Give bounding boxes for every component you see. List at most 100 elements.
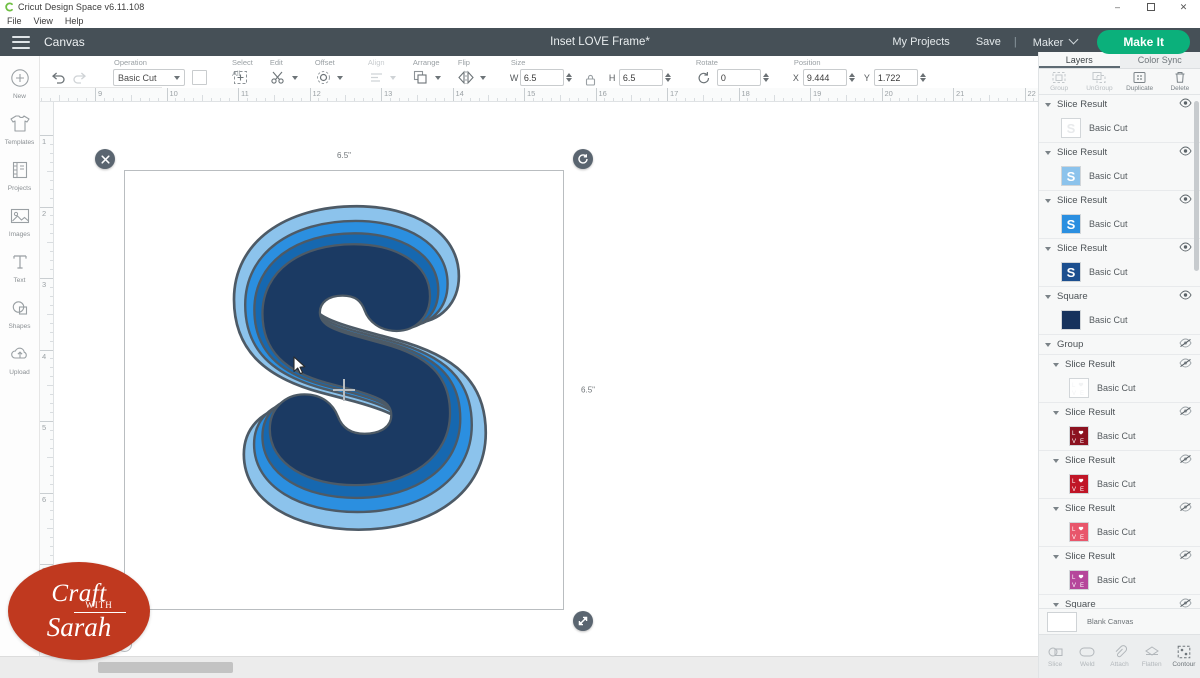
contour-button[interactable]: Contour [1168, 645, 1200, 668]
duplicate-button[interactable]: Duplicate [1120, 69, 1160, 94]
visibility-on-icon[interactable] [1179, 98, 1193, 111]
layer-row-header[interactable]: Slice Result [1039, 355, 1200, 374]
visibility-on-icon[interactable] [1179, 290, 1193, 303]
layers-scrollbar[interactable] [1194, 95, 1199, 608]
visibility-off-icon[interactable] [1179, 358, 1193, 371]
chevron-down-icon[interactable] [479, 75, 486, 80]
layer-row[interactable]: Slice Result LVE Basic Cut [1039, 355, 1200, 403]
visibility-off-icon[interactable] [1179, 454, 1193, 467]
undo-icon[interactable] [48, 68, 67, 87]
layer-thumbnail[interactable]: LVE [1069, 378, 1089, 398]
operation-select[interactable]: Basic Cut [113, 69, 185, 86]
layer-row[interactable]: Square Basic Cut [1039, 287, 1200, 335]
layer-thumbnail[interactable]: S [1061, 262, 1081, 282]
rail-item-new[interactable]: New [0, 68, 40, 100]
height-stepper[interactable] [664, 73, 671, 82]
tab-layers[interactable]: Layers [1039, 52, 1120, 68]
layer-twisty-icon[interactable] [1045, 342, 1051, 347]
rotate-stepper[interactable] [762, 73, 769, 82]
width-input[interactable] [519, 69, 564, 86]
chevron-down-icon[interactable] [336, 75, 343, 80]
layer-row-header[interactable]: Slice Result [1039, 143, 1200, 162]
layer-row[interactable]: Slice Result S Basic Cut [1039, 143, 1200, 191]
layer-row[interactable]: Slice Result S Basic Cut [1039, 239, 1200, 287]
layer-item[interactable]: S Basic Cut [1039, 258, 1200, 286]
layer-thumbnail[interactable]: LVE [1069, 522, 1089, 542]
operation-color-swatch[interactable] [192, 70, 207, 85]
layer-item[interactable]: LVE Basic Cut [1039, 422, 1200, 450]
layer-twisty-icon[interactable] [1053, 362, 1059, 367]
layer-twisty-icon[interactable] [1053, 602, 1059, 607]
layer-row-header[interactable]: Slice Result [1039, 499, 1200, 518]
layer-twisty-icon[interactable] [1045, 294, 1051, 299]
position-x-stepper[interactable] [848, 73, 855, 82]
layer-item[interactable]: LVE Basic Cut [1039, 374, 1200, 402]
layer-thumbnail[interactable]: S [1061, 214, 1081, 234]
menu-item-file[interactable]: File [7, 16, 22, 26]
layer-item[interactable]: S Basic Cut [1039, 114, 1200, 142]
layer-thumbnail[interactable]: LVE [1069, 570, 1089, 590]
delete-selection-handle[interactable] [95, 149, 115, 169]
delete-button[interactable]: Delete [1160, 69, 1200, 94]
horizontal-scrollbar-thumb[interactable] [98, 662, 233, 673]
layer-row-header[interactable]: Slice Result [1039, 547, 1200, 566]
arrange-icon[interactable] [412, 68, 431, 87]
position-x-input[interactable] [802, 69, 847, 86]
layer-item[interactable]: S Basic Cut [1039, 162, 1200, 190]
layer-twisty-icon[interactable] [1045, 246, 1051, 251]
layer-thumbnail[interactable]: S [1061, 118, 1081, 138]
visibility-off-icon[interactable] [1179, 598, 1193, 608]
rail-item-projects[interactable]: Projects [0, 160, 40, 192]
layer-list[interactable]: Slice Result S Basic Cut Slice Result S B… [1039, 95, 1200, 608]
rail-item-upload[interactable]: Upload [0, 344, 40, 376]
layer-row-header[interactable]: Square [1039, 287, 1200, 306]
layer-item[interactable]: S Basic Cut [1039, 210, 1200, 238]
visibility-off-icon[interactable] [1179, 550, 1193, 563]
layer-twisty-icon[interactable] [1053, 458, 1059, 463]
visibility-off-icon[interactable] [1179, 406, 1193, 419]
position-y-input[interactable] [873, 69, 918, 86]
chevron-down-icon[interactable] [291, 75, 298, 80]
layer-thumbnail[interactable]: LVE [1069, 426, 1089, 446]
layer-row[interactable]: Slice Result LVE Basic Cut [1039, 499, 1200, 547]
layer-row[interactable]: Slice Result LVE Basic Cut [1039, 451, 1200, 499]
blank-canvas-row[interactable]: Blank Canvas [1039, 608, 1200, 634]
layers-scrollbar-thumb[interactable] [1194, 101, 1199, 271]
minimize-button[interactable]: – [1101, 0, 1134, 14]
layer-twisty-icon[interactable] [1053, 410, 1059, 415]
visibility-on-icon[interactable] [1179, 146, 1193, 159]
rail-item-shapes[interactable]: Shapes [0, 298, 40, 330]
tab-color-sync[interactable]: Color Sync [1120, 52, 1200, 68]
layer-twisty-icon[interactable] [1045, 198, 1051, 203]
select-all-icon[interactable] [231, 68, 250, 87]
my-projects-link[interactable]: My Projects [879, 36, 962, 48]
layer-row-header[interactable]: Slice Result [1039, 191, 1200, 210]
visibility-on-icon[interactable] [1179, 242, 1193, 255]
layer-row-header[interactable]: Slice Result [1039, 451, 1200, 470]
layer-item[interactable]: Basic Cut [1039, 306, 1200, 334]
layer-row[interactable]: Square [1039, 595, 1200, 608]
hamburger-menu-icon[interactable] [12, 35, 30, 49]
layer-row[interactable]: Slice Result S Basic Cut [1039, 191, 1200, 239]
layer-thumbnail[interactable]: S [1061, 166, 1081, 186]
layer-row[interactable]: Slice Result LVE Basic Cut [1039, 403, 1200, 451]
flip-icon[interactable] [457, 68, 476, 87]
menu-item-view[interactable]: View [34, 16, 53, 26]
layer-row-header[interactable]: Slice Result [1039, 95, 1200, 114]
close-button[interactable]: ✕ [1167, 0, 1200, 14]
rotate-input[interactable] [716, 69, 761, 86]
layer-item[interactable]: LVE Basic Cut [1039, 566, 1200, 594]
width-stepper[interactable] [565, 73, 572, 82]
visibility-on-icon[interactable] [1179, 194, 1193, 207]
resize-selection-handle[interactable] [573, 611, 593, 631]
rotate-selection-handle[interactable] [573, 149, 593, 169]
save-button[interactable]: Save [963, 36, 1014, 48]
layer-thumbnail[interactable] [1061, 310, 1081, 330]
layer-item[interactable]: LVE Basic Cut [1039, 518, 1200, 546]
visibility-off-icon[interactable] [1179, 502, 1193, 515]
edit-scissors-icon[interactable] [269, 68, 288, 87]
make-it-button[interactable]: Make It [1097, 30, 1190, 54]
layer-twisty-icon[interactable] [1053, 554, 1059, 559]
position-y-stepper[interactable] [919, 73, 926, 82]
machine-selector[interactable]: Maker [1017, 34, 1084, 49]
